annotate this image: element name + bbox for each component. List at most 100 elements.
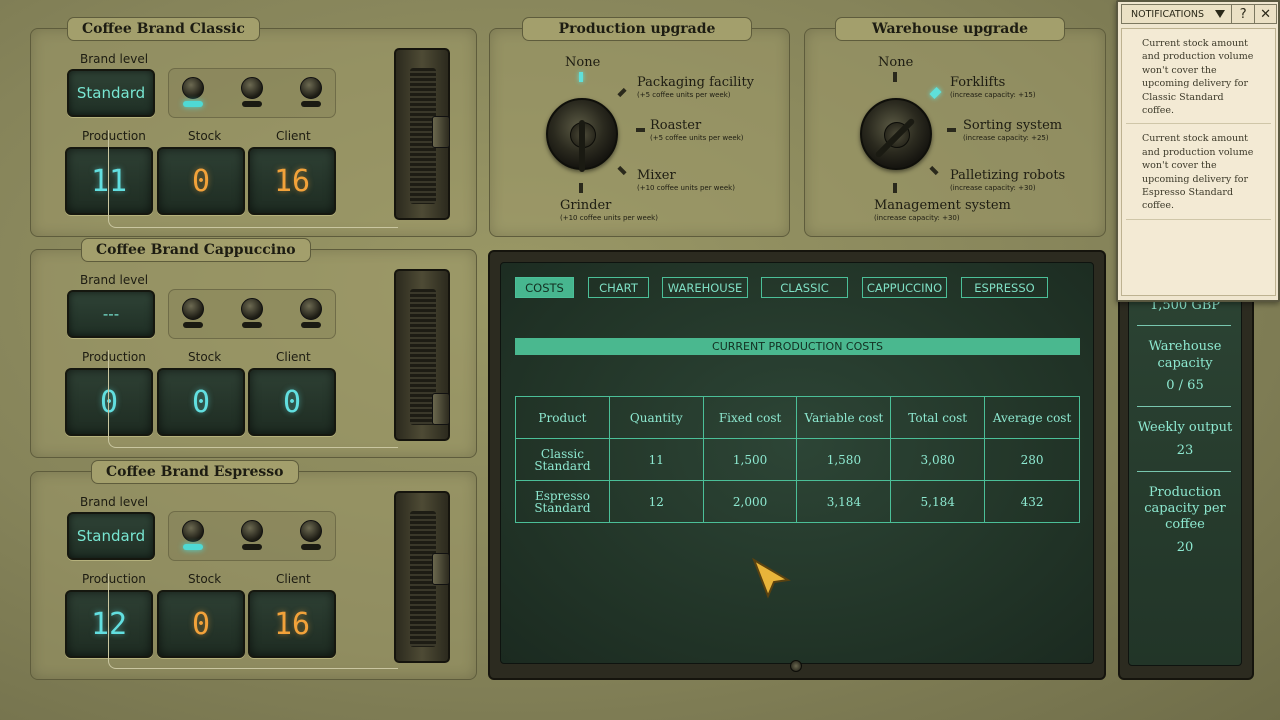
level-toggle-3[interactable] <box>296 77 326 109</box>
col-header-variable: Variable cost <box>796 396 892 439</box>
cell-product: Espresso Standard <box>515 480 610 523</box>
notifications-title: NOTIFICATIONS <box>1131 8 1205 20</box>
cell-quantity: 12 <box>608 480 704 523</box>
level-toggle-2[interactable] <box>237 298 267 330</box>
notifications-list: Current stock amount and production volu… <box>1121 28 1276 296</box>
cell-fixed: 1,500 <box>702 438 798 481</box>
brand-level-label: Brand level <box>80 52 149 66</box>
costs-table: Product Quantity Fixed cost Variable cos… <box>515 396 1080 523</box>
brand-level-display[interactable]: Standard <box>67 512 155 560</box>
production-slider[interactable] <box>394 269 450 441</box>
slider-handle[interactable] <box>432 393 450 425</box>
stat-capacity-label-3: coffee <box>1165 517 1205 532</box>
pointer-cursor-icon <box>752 558 791 599</box>
upgrade-option-mixer[interactable]: Mixer <box>637 168 676 183</box>
level-toggle-1[interactable] <box>178 520 208 552</box>
level-toggle-3[interactable] <box>296 520 326 552</box>
level-toggle-1[interactable] <box>178 298 208 330</box>
panel-title: Production upgrade <box>522 17 752 41</box>
tab-chart[interactable]: CHART <box>588 277 649 298</box>
notifications-header: NOTIFICATIONS ? ✕ <box>1121 4 1277 24</box>
level-toggle-2[interactable] <box>237 77 267 109</box>
upgrade-option-sub: (increase capacity: +15) <box>950 91 1036 99</box>
upgrade-option-none[interactable]: None <box>878 55 913 70</box>
dial-tick-none <box>893 72 897 82</box>
upgrade-option-sub: (+10 coffee units per week) <box>560 214 658 222</box>
col-header-average: Average cost <box>984 396 1080 439</box>
cell-variable: 3,184 <box>796 480 892 523</box>
stat-separator <box>1137 471 1231 472</box>
stat-warehouse-label-2: capacity <box>1157 356 1213 371</box>
notification-item[interactable]: Current stock amount and production volu… <box>1126 29 1271 125</box>
cell-total: 3,080 <box>890 438 986 481</box>
cell-quantity: 11 <box>608 438 704 481</box>
panel-title: Coffee Brand Cappuccino <box>81 238 311 262</box>
upgrade-option-sorting[interactable]: Sorting system <box>963 118 1062 133</box>
notifications-help-button[interactable]: ? <box>1231 5 1254 23</box>
upgrade-option-sub: (increase capacity: +25) <box>963 134 1049 142</box>
tab-costs[interactable]: COSTS <box>515 277 574 298</box>
cell-average: 432 <box>984 480 1080 523</box>
col-header-total: Total cost <box>890 396 986 439</box>
upgrade-option-sub: (+5 coffee units per week) <box>637 91 731 99</box>
production-upgrade-panel: Production upgrade <box>489 17 790 237</box>
notification-item[interactable]: Current stock amount and production volu… <box>1126 124 1271 220</box>
tab-espresso[interactable]: ESPRESSO <box>961 277 1048 298</box>
upgrade-option-palletizing[interactable]: Palletizing robots <box>950 168 1065 183</box>
upgrade-option-sub: (+5 coffee units per week) <box>650 134 744 142</box>
upgrade-option-forklifts[interactable]: Forklifts <box>950 75 1005 90</box>
upgrade-option-sub: (increase capacity: +30) <box>950 184 1036 192</box>
stats-screen <box>1128 262 1242 666</box>
chevron-down-icon <box>1215 10 1226 18</box>
tab-cappuccino[interactable]: CAPPUCCINO <box>862 277 947 298</box>
upgrade-option-grinder[interactable]: Grinder <box>560 198 611 213</box>
connector-line <box>108 574 398 669</box>
dial-tick-none <box>579 72 583 82</box>
brand-level-label: Brand level <box>80 273 149 287</box>
cell-product-line: Standard <box>534 458 591 473</box>
dial-pointer <box>579 120 585 172</box>
notifications-dropdown-button[interactable] <box>1209 5 1231 23</box>
level-toggle-1[interactable] <box>178 77 208 109</box>
stat-weekly-value: 23 <box>1176 443 1194 458</box>
stat-separator <box>1137 325 1231 326</box>
col-header-quantity: Quantity <box>608 396 704 439</box>
stat-weekly-label: Weekly output <box>1137 420 1233 435</box>
stat-capacity-label-1: Production <box>1148 485 1222 500</box>
notifications-close-button[interactable]: ✕ <box>1254 5 1276 23</box>
upgrade-option-sub: (+10 coffee units per week) <box>637 184 735 192</box>
upgrade-option-sub: (increase capacity: +30) <box>874 214 960 222</box>
cell-product: Classic Standard <box>515 438 610 481</box>
upgrade-option-none[interactable]: None <box>565 55 600 70</box>
level-toggle-2[interactable] <box>237 520 267 552</box>
tab-classic[interactable]: CLASSIC <box>761 277 848 298</box>
upgrade-option-roaster[interactable]: Roaster <box>650 118 701 133</box>
table-row: Espresso Standard 12 2,000 3,184 5,184 43… <box>515 480 1080 523</box>
table-row: Classic Standard 11 1,500 1,580 3,080 280 <box>515 438 1080 481</box>
brand-level-display[interactable]: --- <box>67 290 155 338</box>
connector-line <box>108 350 398 448</box>
cell-variable: 1,580 <box>796 438 892 481</box>
panel-title: Warehouse upgrade <box>835 17 1065 41</box>
stat-capacity-value: 20 <box>1176 540 1194 555</box>
cell-average: 280 <box>984 438 1080 481</box>
upgrade-option-management[interactable]: Management system <box>874 198 1011 213</box>
brand-level-label: Brand level <box>80 495 149 509</box>
production-slider[interactable] <box>394 48 450 220</box>
cell-product-line: Standard <box>534 500 591 515</box>
slider-handle[interactable] <box>432 116 450 148</box>
production-slider[interactable] <box>394 491 450 663</box>
upgrade-option-packaging[interactable]: Packaging facility <box>637 75 754 90</box>
stat-separator <box>1137 406 1231 407</box>
table-header-row: Product Quantity Fixed cost Variable cos… <box>515 396 1080 439</box>
tab-warehouse[interactable]: WAREHOUSE <box>662 277 748 298</box>
stat-warehouse-value: 0 / 65 <box>1166 378 1204 393</box>
cell-fixed: 2,000 <box>702 480 798 523</box>
col-header-fixed: Fixed cost <box>702 396 798 439</box>
dial-tick-management <box>893 183 897 193</box>
level-toggle-3[interactable] <box>296 298 326 330</box>
slider-handle[interactable] <box>432 553 450 585</box>
brand-level-display[interactable]: Standard <box>67 69 155 117</box>
col-header-product: Product <box>515 396 610 439</box>
screw-icon <box>790 660 802 672</box>
